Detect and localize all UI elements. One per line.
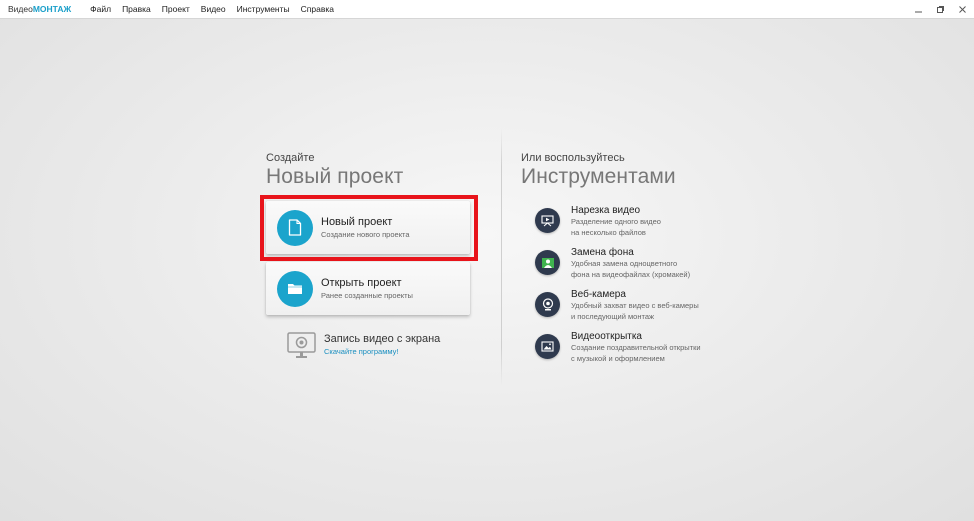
postcard-icon: [535, 334, 560, 359]
restore-icon: [936, 5, 944, 13]
tool-title: Замена фона: [571, 247, 634, 258]
maximize-button[interactable]: [934, 3, 946, 15]
tool-desc-line: Создание поздравительной открытки: [571, 343, 701, 352]
create-section: Создайте Новый проект: [266, 152, 476, 189]
create-kicker: Создайте: [266, 152, 315, 164]
download-link[interactable]: Скачайте программу!: [324, 347, 440, 356]
tool-desc-line: с музыкой и оформлением: [571, 353, 665, 363]
column-divider: [501, 128, 502, 386]
screen-record-promo[interactable]: Запись видео с экрана Скачайте программу…: [287, 332, 440, 364]
tool-title: Нарезка видео: [571, 205, 641, 216]
tool-title: Видеооткрытка: [571, 331, 642, 342]
cut-video-icon: [535, 208, 560, 233]
tool-desc-line: фона на видеофайлах (хромакей): [571, 269, 691, 279]
tool-desc-line: Разделение одного видео: [571, 217, 661, 226]
menu-file[interactable]: Файл: [90, 4, 111, 14]
logo-text-accent: МОНТАЖ: [32, 4, 72, 14]
tool-chroma-key[interactable]: Замена фона Удобная замена одноцветного …: [535, 247, 690, 279]
window-controls: [912, 3, 968, 15]
menu-bar: Видео МОНТАЖ Файл Правка Проект Видео Инс…: [0, 0, 974, 19]
chroma-key-icon: [535, 250, 560, 275]
close-icon: [958, 5, 966, 13]
menu-video[interactable]: Видео: [201, 4, 226, 14]
tool-desc-line: на несколько файлов: [571, 227, 646, 237]
tools-kicker: Или воспользуйтесь: [521, 152, 625, 164]
tool-webcam[interactable]: Веб-камера Удобный захват видео с веб-ка…: [535, 289, 699, 321]
tools-title: Инструментами: [521, 165, 676, 188]
webcam-icon: [535, 292, 560, 317]
menu-edit[interactable]: Правка: [122, 4, 151, 14]
folder-icon: [277, 270, 313, 307]
menu-help[interactable]: Справка: [301, 4, 334, 14]
logo-text-plain: Видео: [8, 4, 33, 14]
highlight-frame: [260, 195, 478, 261]
monitor-webcam-icon: [287, 332, 316, 364]
screen-record-title: Запись видео с экрана: [324, 333, 441, 345]
create-title: Новый проект: [266, 165, 404, 188]
main-menu: Файл Правка Проект Видео Инструменты Спр…: [90, 4, 345, 14]
tool-cut-video[interactable]: Нарезка видео Разделение одного видео на…: [535, 205, 661, 237]
tool-desc-line: и последующий монтаж: [571, 311, 655, 321]
tool-desc-line: Удобная замена одноцветного: [571, 259, 678, 268]
tool-desc-line: Удобный захват видео с веб-камеры: [571, 301, 699, 310]
open-project-button[interactable]: Открыть проект Ранее созданные проекты: [266, 262, 470, 315]
menu-tools[interactable]: Инструменты: [237, 4, 290, 14]
minimize-icon: [914, 11, 922, 12]
tool-postcard[interactable]: Видеооткрытка Создание поздравительной о…: [535, 331, 701, 363]
minimize-button[interactable]: [912, 3, 924, 15]
open-project-title: Открыть проект: [321, 277, 402, 289]
tool-title: Веб-камера: [571, 289, 626, 300]
close-button[interactable]: [956, 3, 968, 15]
app-logo: Видео МОНТАЖ: [8, 4, 71, 14]
menu-project[interactable]: Проект: [162, 4, 190, 14]
open-project-subtitle: Ранее созданные проекты: [321, 291, 413, 300]
tools-section: Или воспользуйтесь Инструментами: [521, 152, 741, 189]
